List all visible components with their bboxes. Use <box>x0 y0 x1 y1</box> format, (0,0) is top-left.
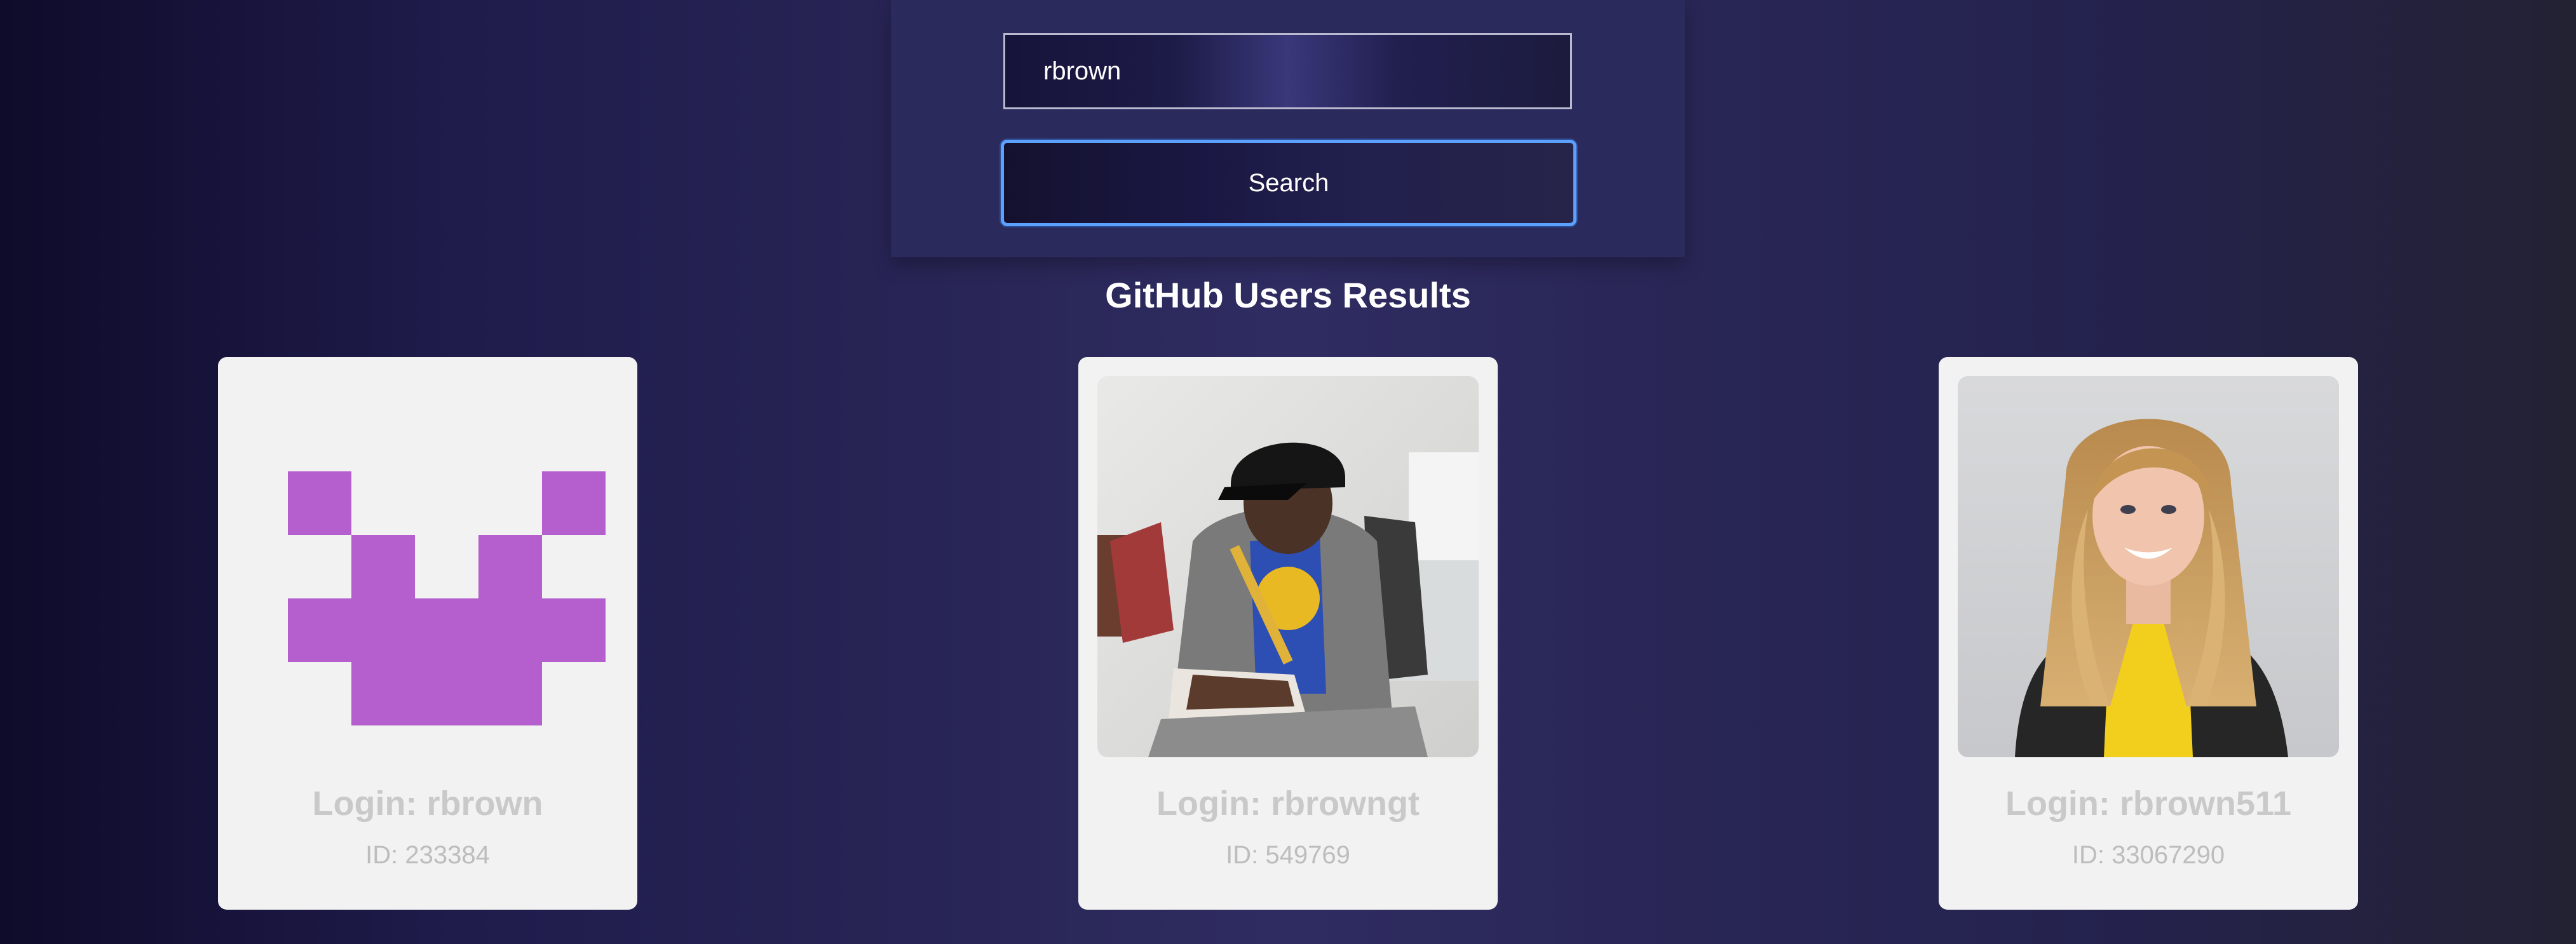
user-id: ID: 33067290 <box>2071 841 2225 869</box>
identicon-avatar <box>237 376 618 757</box>
search-input[interactable] <box>1003 33 1572 109</box>
user-card[interactable]: Login: rbrown511 ID: 33067290 <box>1939 357 2358 910</box>
photo-woman-blonde-avatar <box>1958 376 2339 757</box>
user-login: Login: rbrown511 <box>2005 785 2292 823</box>
results-title: GitHub Users Results <box>1105 275 1471 315</box>
user-card[interactable]: Login: rbrown ID: 233384 <box>218 357 637 910</box>
user-login: Login: rbrowngt <box>1156 785 1420 823</box>
photo-man-black-cap-avatar <box>1097 376 1479 757</box>
user-card[interactable]: Login: rbrowngt ID: 549769 <box>1078 357 1498 910</box>
search-button[interactable]: Search <box>1001 140 1576 226</box>
user-id: ID: 549769 <box>1226 841 1350 869</box>
user-id: ID: 233384 <box>365 841 490 869</box>
user-login: Login: rbrown <box>312 785 543 823</box>
